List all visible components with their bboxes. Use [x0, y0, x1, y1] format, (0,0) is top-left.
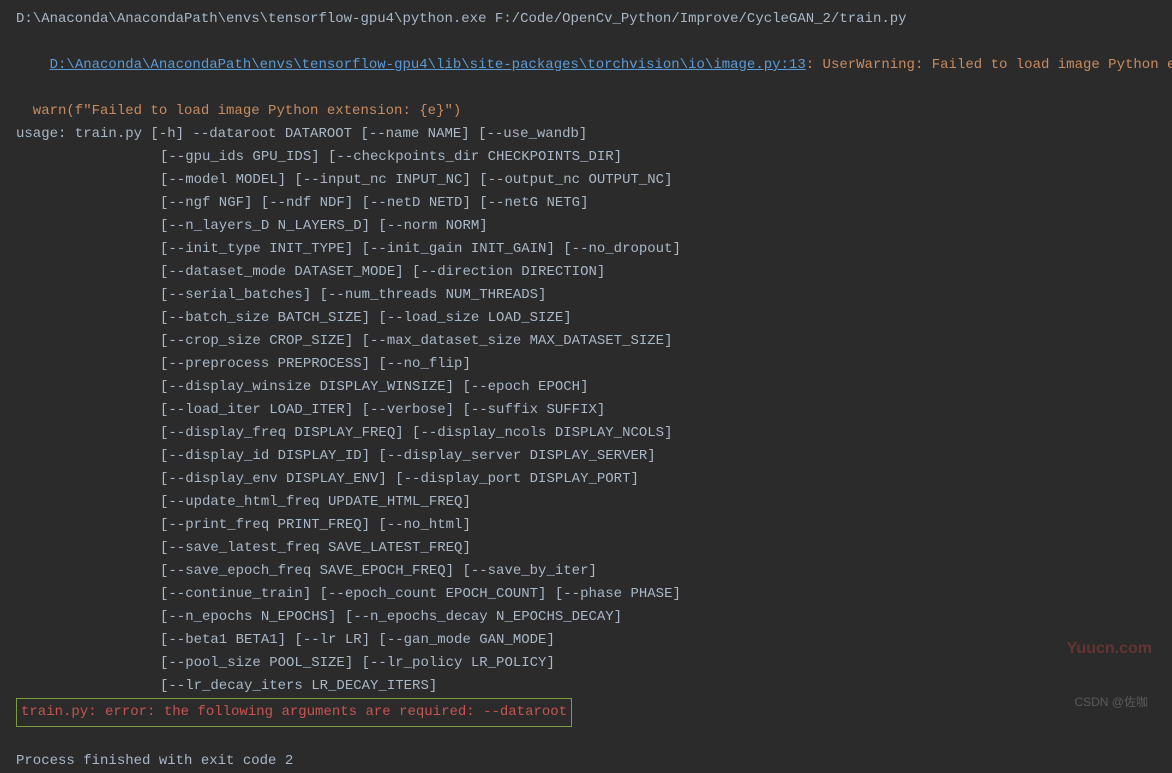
- usage-line: [--serial_batches] [--num_threads NUM_TH…: [16, 284, 1156, 307]
- usage-line: [--n_layers_D N_LAYERS_D] [--norm NORM]: [16, 215, 1156, 238]
- usage-line: [--ngf NGF] [--ndf NDF] [--netD NETD] [-…: [16, 192, 1156, 215]
- usage-line: [--preprocess PREPROCESS] [--no_flip]: [16, 353, 1156, 376]
- usage-line: [--lr_decay_iters LR_DECAY_ITERS]: [16, 675, 1156, 698]
- user-warning: : UserWarning: Failed to load image Pyth…: [806, 57, 1172, 73]
- command-line: D:\Anaconda\AnacondaPath\envs\tensorflow…: [16, 8, 1156, 31]
- usage-line: [--beta1 BETA1] [--lr LR] [--gan_mode GA…: [16, 629, 1156, 652]
- usage-line: [--display_freq DISPLAY_FREQ] [--display…: [16, 422, 1156, 445]
- usage-line: [--save_latest_freq SAVE_LATEST_FREQ]: [16, 537, 1156, 560]
- warning-line: D:\Anaconda\AnacondaPath\envs\tensorflow…: [16, 31, 1156, 100]
- watermark-csdn: CSDN @佐咖: [1074, 691, 1148, 714]
- usage-line: [--continue_train] [--epoch_count EPOCH_…: [16, 583, 1156, 606]
- usage-line: [--init_type INIT_TYPE] [--init_gain INI…: [16, 238, 1156, 261]
- usage-line: [--model MODEL] [--input_nc INPUT_NC] [-…: [16, 169, 1156, 192]
- usage-line: [--print_freq PRINT_FREQ] [--no_html]: [16, 514, 1156, 537]
- console-output: D:\Anaconda\AnacondaPath\envs\tensorflow…: [16, 8, 1156, 773]
- process-finished: Process finished with exit code 2: [16, 750, 1156, 773]
- usage-line: [--pool_size POOL_SIZE] [--lr_policy LR_…: [16, 652, 1156, 675]
- usage-line: [--gpu_ids GPU_IDS] [--checkpoints_dir C…: [16, 146, 1156, 169]
- usage-line: [--crop_size CROP_SIZE] [--max_dataset_s…: [16, 330, 1156, 353]
- usage-line: [--n_epochs N_EPOCHS] [--n_epochs_decay …: [16, 606, 1156, 629]
- usage-line: [--display_id DISPLAY_ID] [--display_ser…: [16, 445, 1156, 468]
- usage-line: [--update_html_freq UPDATE_HTML_FREQ]: [16, 491, 1156, 514]
- file-path-link[interactable]: D:\Anaconda\AnacondaPath\envs\tensorflow…: [50, 57, 806, 73]
- warn-detail-line: warn(f"Failed to load image Python exten…: [16, 100, 1156, 123]
- usage-line: [--batch_size BATCH_SIZE] [--load_size L…: [16, 307, 1156, 330]
- usage-line: [--display_env DISPLAY_ENV] [--display_p…: [16, 468, 1156, 491]
- usage-header: usage: train.py [-h] --dataroot DATAROOT…: [16, 123, 1156, 146]
- error-message: train.py: error: the following arguments…: [16, 698, 572, 727]
- usage-line: [--load_iter LOAD_ITER] [--verbose] [--s…: [16, 399, 1156, 422]
- usage-line: [--display_winsize DISPLAY_WINSIZE] [--e…: [16, 376, 1156, 399]
- usage-line: [--dataset_mode DATASET_MODE] [--directi…: [16, 261, 1156, 284]
- usage-line: [--save_epoch_freq SAVE_EPOCH_FREQ] [--s…: [16, 560, 1156, 583]
- watermark-site: Yuucn.com: [1067, 637, 1152, 660]
